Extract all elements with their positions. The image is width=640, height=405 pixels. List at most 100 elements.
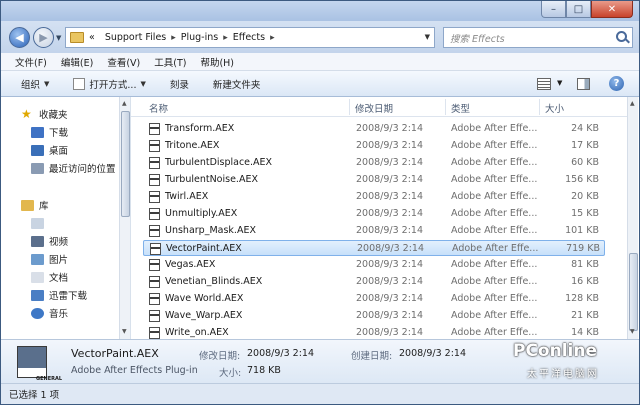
menu-file[interactable]: 文件(F) bbox=[15, 55, 47, 69]
scroll-down-icon[interactable]: ▼ bbox=[122, 328, 127, 335]
nav-pane-scrollbar[interactable]: ▲ ▼ bbox=[119, 97, 130, 339]
breadcrumb-separator-icon[interactable]: ▸ bbox=[171, 33, 176, 43]
file-date: 2008/9/3 2:14 bbox=[356, 140, 424, 151]
file-type: Adobe After Effe... bbox=[451, 225, 538, 236]
file-row[interactable]: Tritone.AEX 2008/9/3 2:14 Adobe After Effe… bbox=[143, 138, 605, 154]
menu-view[interactable]: 查看(V) bbox=[107, 55, 140, 69]
file-size: 17 KB bbox=[571, 140, 599, 151]
nav-libraries[interactable]: 库 bbox=[21, 197, 49, 213]
search-input[interactable]: 搜索 Effects bbox=[443, 27, 633, 48]
change-view-icon[interactable] bbox=[537, 78, 551, 90]
open-with-button[interactable]: 打开方式... ▼ bbox=[73, 77, 146, 91]
file-row[interactable]: Wave World.AEX 2008/9/3 2:14 Adobe After E… bbox=[143, 291, 605, 307]
aex-file-icon bbox=[149, 327, 160, 339]
scroll-down-icon[interactable]: ▼ bbox=[630, 328, 635, 335]
column-date[interactable]: 修改日期 bbox=[355, 101, 393, 115]
back-button[interactable]: ◀ bbox=[9, 27, 30, 48]
preview-pane-icon[interactable] bbox=[577, 78, 590, 90]
file-date: 2008/9/3 2:14 bbox=[356, 208, 424, 219]
breadcrumb-support-files[interactable]: Support Files bbox=[105, 32, 166, 43]
nav-scrollbar-thumb[interactable] bbox=[121, 111, 130, 217]
file-row-selected[interactable]: VectorPaint.AEX 2008/9/3 2:14 Adobe After … bbox=[143, 240, 605, 256]
library-icon bbox=[21, 199, 34, 211]
forward-button[interactable]: ▶ bbox=[33, 27, 54, 48]
menu-help[interactable]: 帮助(H) bbox=[200, 55, 234, 69]
burn-button[interactable]: 刻录 bbox=[170, 77, 189, 91]
file-name: Wave_Warp.AEX bbox=[165, 310, 243, 321]
help-icon[interactable]: ? bbox=[609, 76, 624, 91]
maximize-button[interactable]: □ bbox=[566, 1, 591, 18]
column-type[interactable]: 类型 bbox=[451, 101, 470, 115]
file-name: Tritone.AEX bbox=[165, 140, 220, 151]
file-type: Adobe After Effe... bbox=[451, 276, 538, 287]
breadcrumb-overflow[interactable]: « bbox=[89, 32, 95, 43]
scroll-up-icon[interactable]: ▲ bbox=[630, 100, 635, 107]
menu-tools[interactable]: 工具(T) bbox=[154, 55, 186, 69]
breadcrumb-separator-icon[interactable]: ▸ bbox=[223, 33, 228, 43]
file-row[interactable]: Vegas.AEX 2008/9/3 2:14 Adobe After Effe..… bbox=[143, 257, 605, 273]
file-date: 2008/9/3 2:14 bbox=[356, 225, 424, 236]
view-options-dropdown[interactable]: ▼ bbox=[557, 79, 562, 87]
breadcrumb-plug-ins[interactable]: Plug-ins bbox=[181, 32, 218, 43]
nav-music[interactable]: 音乐 bbox=[31, 305, 68, 321]
aex-file-icon bbox=[149, 259, 160, 271]
address-bar[interactable]: « Support Files ▸ Plug-ins ▸ Effects ▸ ▼ bbox=[65, 27, 435, 48]
column-size[interactable]: 大小 bbox=[545, 101, 564, 115]
file-size: 20 KB bbox=[571, 191, 599, 202]
file-row[interactable]: TurbulentDisplace.AEX 2008/9/3 2:14 Adobe … bbox=[143, 155, 605, 171]
file-row[interactable]: Unsharp_Mask.AEX 2008/9/3 2:14 Adobe After… bbox=[143, 223, 605, 239]
column-divider[interactable] bbox=[349, 99, 350, 115]
minimize-button[interactable]: – bbox=[541, 1, 566, 18]
arrow-left-icon: ◀ bbox=[15, 31, 24, 44]
file-date: 2008/9/3 2:14 bbox=[356, 327, 424, 338]
recent-pages-dropdown[interactable]: ▼ bbox=[56, 34, 61, 42]
search-icon[interactable] bbox=[616, 31, 627, 42]
file-date: 2008/9/3 2:14 bbox=[357, 243, 425, 254]
scroll-up-icon[interactable]: ▲ bbox=[122, 100, 127, 107]
breadcrumb-effects[interactable]: Effects bbox=[233, 32, 265, 43]
column-divider[interactable] bbox=[445, 99, 446, 115]
nav-downloads[interactable]: 下载 bbox=[31, 124, 68, 140]
file-row[interactable]: Twirl.AEX 2008/9/3 2:14 Adobe After Effe..… bbox=[143, 189, 605, 205]
nav-label: 视频 bbox=[49, 237, 69, 248]
nav-label: 下载 bbox=[49, 128, 69, 139]
column-name[interactable]: 名称 bbox=[149, 101, 168, 115]
aex-file-icon bbox=[149, 310, 160, 322]
title-bar[interactable]: – □ ✕ bbox=[1, 1, 639, 21]
nav-library-unnamed[interactable] bbox=[31, 215, 44, 231]
file-row[interactable]: Venetian_Blinds.AEX 2008/9/3 2:14 Adobe Af… bbox=[143, 274, 605, 290]
file-row[interactable]: Transform.AEX 2008/9/3 2:14 Adobe After Ef… bbox=[143, 121, 605, 137]
new-folder-button[interactable]: 新建文件夹 bbox=[213, 77, 261, 91]
breadcrumb-separator-icon[interactable]: ▸ bbox=[270, 33, 275, 43]
watermark-subtitle: 太平洋电脑网 bbox=[527, 369, 599, 380]
file-date: 2008/9/3 2:14 bbox=[356, 293, 424, 304]
nav-label: 图片 bbox=[49, 255, 69, 266]
file-list-scrollbar[interactable]: ▲ ▼ bbox=[627, 97, 638, 339]
nav-video[interactable]: 视频 bbox=[31, 233, 68, 249]
file-list-scrollbar-thumb[interactable] bbox=[629, 253, 638, 331]
file-type: Adobe After Effe... bbox=[451, 259, 538, 270]
file-date: 2008/9/3 2:14 bbox=[356, 259, 424, 270]
file-name: TurbulentDisplace.AEX bbox=[165, 157, 273, 168]
close-button[interactable]: ✕ bbox=[591, 1, 633, 18]
address-dropdown-icon[interactable]: ▼ bbox=[425, 33, 430, 41]
nav-documents[interactable]: 文档 bbox=[31, 269, 68, 285]
nav-thunder-downloads[interactable]: 迅雷下载 bbox=[31, 287, 87, 303]
organize-button[interactable]: 组织 ▼ bbox=[21, 77, 49, 91]
aex-file-icon bbox=[149, 208, 160, 220]
nav-recent-places[interactable]: 最近访问的位置 bbox=[31, 160, 116, 176]
file-row[interactable]: Write_on.AEX 2008/9/3 2:14 Adobe After Eff… bbox=[143, 325, 605, 339]
organize-label: 组织 bbox=[21, 79, 41, 91]
menu-edit[interactable]: 编辑(E) bbox=[61, 55, 93, 69]
nav-label: 文档 bbox=[49, 273, 69, 284]
file-row[interactable]: Unmultiply.AEX 2008/9/3 2:14 Adobe After E… bbox=[143, 206, 605, 222]
file-type: Adobe After Effe... bbox=[451, 140, 538, 151]
nav-pictures[interactable]: 图片 bbox=[31, 251, 68, 267]
file-size: 24 KB bbox=[571, 123, 599, 134]
watermark: PConline 太平洋电脑网 bbox=[513, 341, 637, 381]
nav-desktop[interactable]: 桌面 bbox=[31, 142, 68, 158]
file-row[interactable]: Wave_Warp.AEX 2008/9/3 2:14 Adobe After Ef… bbox=[143, 308, 605, 324]
column-divider[interactable] bbox=[539, 99, 540, 115]
nav-favorites[interactable]: ★ 收藏夹 bbox=[21, 106, 68, 122]
file-row[interactable]: TurbulentNoise.AEX 2008/9/3 2:14 Adobe Aft… bbox=[143, 172, 605, 188]
